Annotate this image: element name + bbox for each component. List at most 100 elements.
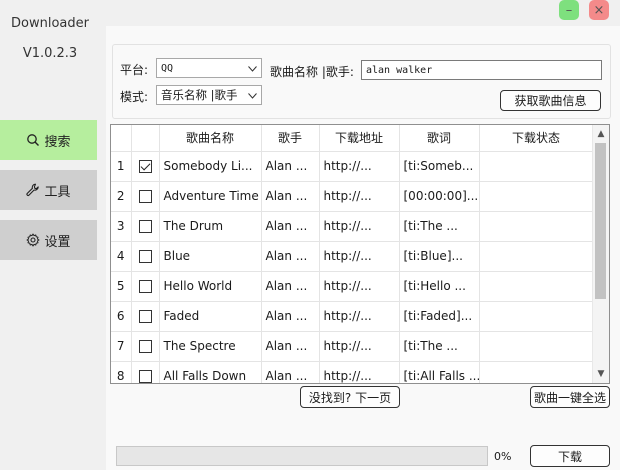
lyrics-cell: [ti:All Falls ...: [398, 360, 480, 383]
select-all-button[interactable]: 歌曲一键全选: [530, 386, 610, 408]
nav-settings-button[interactable]: 设置: [0, 220, 97, 260]
artist-cell: Alan ...: [260, 180, 320, 212]
nav-settings-label: 设置: [44, 234, 71, 250]
download-button[interactable]: 下载: [530, 445, 610, 467]
row-checkbox[interactable]: [138, 340, 152, 353]
platform-select[interactable]: QQ: [156, 58, 262, 78]
table-row[interactable]: 3 The Drum Alan ... http://... [ti:The ...: [111, 210, 594, 242]
row-number: 8: [111, 360, 132, 383]
row-number: 5: [111, 270, 132, 302]
download-status-cell: [478, 360, 594, 383]
song-name-cell: Blue: [158, 240, 262, 272]
mode-select[interactable]: 音乐名称 |歌手: [156, 85, 262, 105]
header-song-name[interactable]: 歌曲名称: [158, 125, 262, 152]
download-status-cell: [478, 330, 594, 362]
song-name-cell: Somebody Li...: [158, 150, 262, 182]
row-number: 1: [111, 150, 132, 182]
row-checkbox[interactable]: [138, 220, 152, 233]
row-check-cell: [130, 360, 160, 383]
lyrics-cell: [ti:Blue]...: [398, 240, 480, 272]
row-check-cell: [130, 330, 160, 362]
minimize-button[interactable]: –: [559, 0, 579, 20]
download-status-cell: [478, 210, 594, 242]
query-input[interactable]: alan walker: [361, 60, 602, 80]
row-checkbox[interactable]: [138, 310, 152, 323]
row-checkbox[interactable]: [138, 280, 152, 293]
artist-cell: Alan ...: [260, 270, 320, 302]
download-url-cell: http://...: [318, 330, 400, 362]
row-number: 3: [111, 210, 132, 242]
query-label: 歌曲名称 |歌手:: [270, 65, 354, 79]
download-url-cell: http://...: [318, 150, 400, 182]
row-number: 6: [111, 300, 132, 332]
scrollbar-thumb[interactable]: [595, 143, 606, 299]
mode-value: 音乐名称 |歌手: [161, 88, 238, 102]
header-artist[interactable]: 歌手: [260, 125, 320, 152]
artist-cell: Alan ...: [260, 330, 320, 362]
row-checkbox[interactable]: [138, 160, 152, 173]
song-name-cell: Faded: [158, 300, 262, 332]
artist-cell: Alan ...: [260, 240, 320, 272]
song-name-cell: The Spectre: [158, 330, 262, 362]
nav-search-button[interactable]: 搜索: [0, 120, 97, 160]
song-name-cell: The Drum: [158, 210, 262, 242]
lyrics-cell: [ti:Someb...: [398, 150, 480, 182]
row-check-cell: [130, 180, 160, 212]
close-button[interactable]: ×: [589, 0, 609, 20]
lyrics-cell: [ti:The ...: [398, 210, 480, 242]
header-download-url[interactable]: 下载地址: [318, 125, 400, 152]
lyrics-cell: [ti:The ...: [398, 330, 480, 362]
gear-icon: [26, 233, 40, 247]
table-header-row: 歌曲名称 歌手 下载地址 歌词 下载状态: [111, 125, 594, 152]
row-check-cell: [130, 300, 160, 332]
download-status-cell: [478, 180, 594, 212]
wrench-icon: [26, 183, 40, 197]
row-checkbox[interactable]: [138, 250, 152, 263]
song-name-cell: Adventure Time: [158, 180, 262, 212]
download-url-cell: http://...: [318, 360, 400, 383]
scroll-up-icon[interactable]: ▲: [596, 129, 606, 139]
artist-cell: Alan ...: [260, 360, 320, 383]
download-status-cell: [478, 270, 594, 302]
row-check-cell: [130, 210, 160, 242]
artist-cell: Alan ...: [260, 150, 320, 182]
table-row[interactable]: 5 Hello World Alan ... http://... [ti:Hello …: [111, 270, 594, 302]
row-checkbox[interactable]: [138, 370, 152, 383]
platform-value: QQ: [161, 62, 174, 74]
header-lyrics[interactable]: 歌词: [398, 125, 480, 152]
header-download-status[interactable]: 下载状态: [478, 125, 594, 152]
table-row[interactable]: 4 Blue Alan ... http://... [ti:Blue]...: [111, 240, 594, 272]
download-status-cell: [478, 240, 594, 272]
row-checkbox[interactable]: [138, 190, 152, 203]
artist-cell: Alan ...: [260, 300, 320, 332]
lyrics-cell: [ti:Faded]...: [398, 300, 480, 332]
artist-cell: Alan ...: [260, 210, 320, 242]
download-status-cell: [478, 300, 594, 332]
app-title: Downloader: [11, 16, 89, 31]
fetch-songs-button[interactable]: 获取歌曲信息: [500, 90, 601, 111]
header-check: [130, 125, 160, 152]
table-row[interactable]: 1 Somebody Li... Alan ... http://... [ti:Som…: [111, 150, 594, 182]
nav-search-label: 搜索: [44, 134, 71, 150]
table-row[interactable]: 8 All Falls Down Alan ... http://... [ti:All…: [111, 360, 594, 383]
download-progress-bar: [116, 446, 488, 466]
download-url-cell: http://...: [318, 240, 400, 272]
row-check-cell: [130, 240, 160, 272]
row-check-cell: [130, 150, 160, 182]
platform-label: 平台:: [120, 63, 149, 77]
song-name-cell: Hello World: [158, 270, 262, 302]
table-row[interactable]: 7 The Spectre Alan ... http://... [ti:The ..…: [111, 330, 594, 362]
results-table: 歌曲名称 歌手 下载地址 歌词 下载状态 1 Somebody Li... Alan…: [110, 124, 610, 384]
table-row[interactable]: 2 Adventure Time Alan ... http://... [00:00:…: [111, 180, 594, 212]
chevron-down-icon: [248, 89, 257, 102]
nav-tools-label: 工具: [44, 184, 71, 200]
next-page-button[interactable]: 没找到? 下一页: [300, 386, 400, 408]
download-url-cell: http://...: [318, 210, 400, 242]
download-url-cell: http://...: [318, 180, 400, 212]
lyrics-cell: [ti:Hello ...: [398, 270, 480, 302]
mode-label: 模式:: [120, 90, 149, 104]
table-row[interactable]: 6 Faded Alan ... http://... [ti:Faded]...: [111, 300, 594, 332]
nav-tools-button[interactable]: 工具: [0, 170, 97, 210]
download-url-cell: http://...: [318, 300, 400, 332]
scroll-down-icon[interactable]: ▼: [596, 369, 606, 379]
